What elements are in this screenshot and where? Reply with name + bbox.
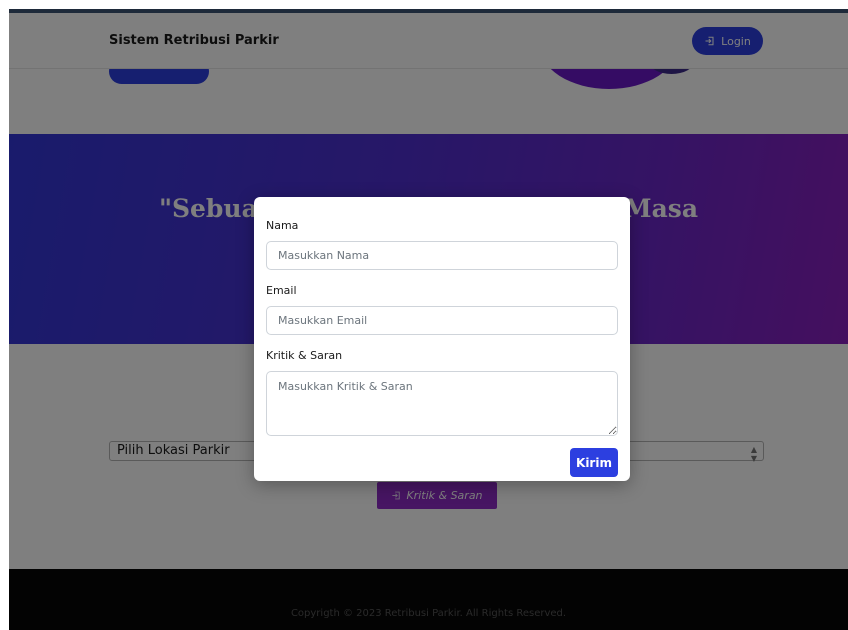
name-input[interactable] xyxy=(266,241,618,270)
submit-button[interactable]: Kirim xyxy=(570,448,618,477)
feedback-textarea[interactable] xyxy=(266,371,618,436)
feedback-modal: Nama Email Kritik & Saran Kirim xyxy=(254,197,630,481)
feedback-label: Kritik & Saran xyxy=(266,349,343,362)
window-top-edge xyxy=(9,9,848,13)
email-label: Email xyxy=(266,284,297,297)
browser-viewport: Sistem Retribusi Parkir Login "Sebuah Si… xyxy=(9,9,848,630)
email-input[interactable] xyxy=(266,306,618,335)
name-label: Nama xyxy=(266,219,299,232)
